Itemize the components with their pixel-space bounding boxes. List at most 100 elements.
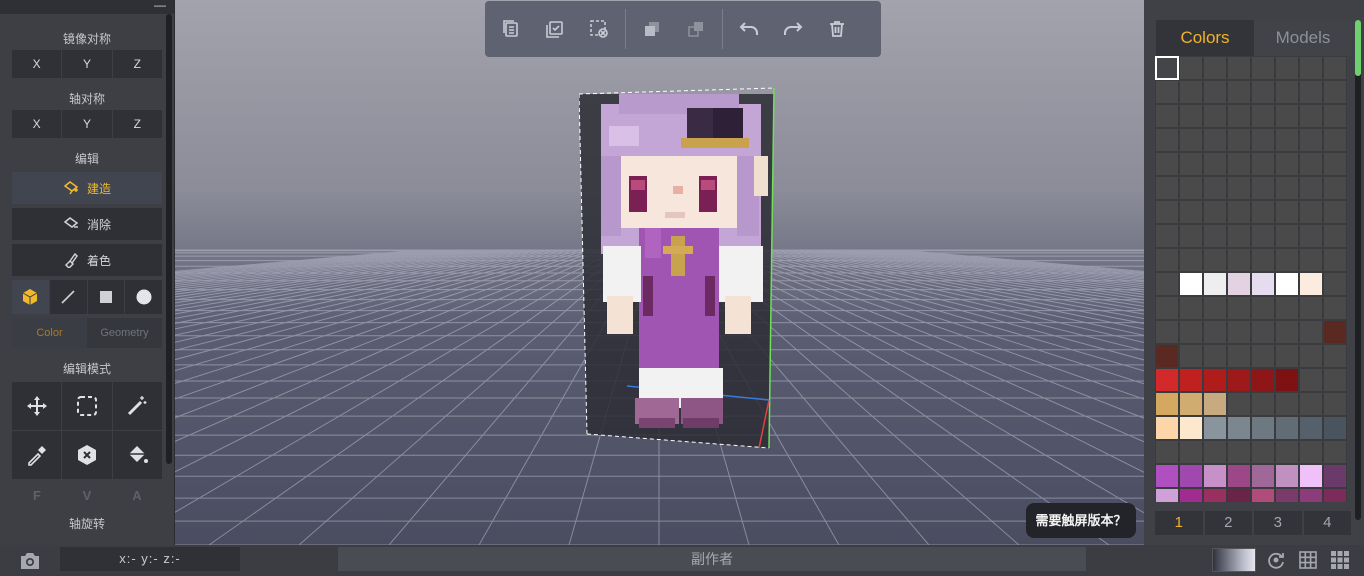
- color-swatch[interactable]: [1275, 440, 1299, 464]
- color-swatch[interactable]: [1203, 488, 1227, 502]
- color-swatch[interactable]: [1155, 320, 1179, 344]
- color-swatch[interactable]: [1203, 104, 1227, 128]
- color-swatch[interactable]: [1179, 224, 1203, 248]
- delete-hex-button[interactable]: [62, 431, 112, 479]
- color-swatch[interactable]: [1299, 392, 1323, 416]
- right-scrollbar[interactable]: [1355, 20, 1361, 520]
- color-swatch[interactable]: [1275, 248, 1299, 272]
- color-swatch[interactable]: [1323, 320, 1347, 344]
- color-swatch[interactable]: [1179, 392, 1203, 416]
- color-swatch[interactable]: [1179, 248, 1203, 272]
- color-swatch[interactable]: [1323, 224, 1347, 248]
- color-swatch[interactable]: [1299, 296, 1323, 320]
- color-swatch[interactable]: [1299, 488, 1323, 502]
- color-swatch[interactable]: [1155, 416, 1179, 440]
- color-swatch[interactable]: [1155, 272, 1179, 296]
- color-swatch[interactable]: [1227, 224, 1251, 248]
- color-swatch[interactable]: [1251, 128, 1275, 152]
- tab-models[interactable]: Models: [1254, 20, 1352, 56]
- color-swatch[interactable]: [1203, 248, 1227, 272]
- color-swatch[interactable]: [1323, 440, 1347, 464]
- color-swatch[interactable]: [1251, 248, 1275, 272]
- color-swatch[interactable]: [1227, 296, 1251, 320]
- select-box-button[interactable]: [62, 382, 112, 430]
- color-swatch[interactable]: [1227, 104, 1251, 128]
- color-swatch[interactable]: [1227, 488, 1251, 502]
- color-swatch[interactable]: [1227, 320, 1251, 344]
- color-swatch[interactable]: [1203, 416, 1227, 440]
- palette-page-2[interactable]: 2: [1204, 511, 1252, 535]
- color-swatch[interactable]: [1227, 56, 1251, 80]
- color-swatch[interactable]: [1275, 344, 1299, 368]
- color-swatch[interactable]: [1251, 392, 1275, 416]
- color-swatch[interactable]: [1323, 104, 1347, 128]
- color-swatch[interactable]: [1179, 176, 1203, 200]
- right-scrollbar-thumb[interactable]: [1355, 20, 1361, 76]
- color-swatch[interactable]: [1155, 128, 1179, 152]
- color-swatch[interactable]: [1251, 320, 1275, 344]
- color-swatch[interactable]: [1275, 128, 1299, 152]
- color-swatch[interactable]: [1227, 80, 1251, 104]
- all-toggle[interactable]: A: [112, 487, 162, 505]
- color-swatch[interactable]: [1227, 200, 1251, 224]
- shape-square-button[interactable]: [87, 280, 125, 314]
- color-swatch[interactable]: [1251, 296, 1275, 320]
- color-swatch[interactable]: [1155, 248, 1179, 272]
- color-swatch[interactable]: [1323, 296, 1347, 320]
- color-swatch[interactable]: [1275, 152, 1299, 176]
- mirror-y-button[interactable]: Y: [62, 50, 112, 78]
- color-swatch[interactable]: [1323, 248, 1347, 272]
- left-scrollbar[interactable]: [166, 14, 172, 464]
- color-swatch[interactable]: [1155, 224, 1179, 248]
- color-swatch[interactable]: [1275, 272, 1299, 296]
- touch-version-tooltip[interactable]: 需要触屏版本？: [1026, 503, 1136, 538]
- color-swatch[interactable]: [1203, 56, 1227, 80]
- color-swatch[interactable]: [1275, 56, 1299, 80]
- color-swatch[interactable]: [1323, 128, 1347, 152]
- deselect-button[interactable]: [577, 7, 621, 51]
- paint-button[interactable]: 着色: [12, 244, 162, 276]
- background-gradient-swatch[interactable]: [1212, 548, 1256, 572]
- face-toggle[interactable]: F: [12, 487, 62, 505]
- select-all-button[interactable]: [533, 7, 577, 51]
- palette-page-4[interactable]: 4: [1303, 511, 1351, 535]
- color-swatch[interactable]: [1299, 128, 1323, 152]
- color-swatch[interactable]: [1155, 392, 1179, 416]
- color-swatch[interactable]: [1275, 368, 1299, 392]
- color-swatch[interactable]: [1179, 296, 1203, 320]
- color-swatch[interactable]: [1203, 392, 1227, 416]
- color-swatch[interactable]: [1299, 464, 1323, 488]
- color-swatch[interactable]: [1179, 56, 1203, 80]
- color-swatch[interactable]: [1179, 320, 1203, 344]
- color-swatch[interactable]: [1155, 464, 1179, 488]
- color-swatch[interactable]: [1203, 176, 1227, 200]
- undo-button[interactable]: [727, 7, 771, 51]
- color-swatch[interactable]: [1299, 56, 1323, 80]
- color-swatch[interactable]: [1203, 320, 1227, 344]
- color-swatch[interactable]: [1179, 440, 1203, 464]
- color-swatch[interactable]: [1227, 344, 1251, 368]
- axis-x-button[interactable]: X: [12, 110, 62, 138]
- color-swatch[interactable]: [1155, 488, 1179, 502]
- color-swatch[interactable]: [1227, 176, 1251, 200]
- move-button[interactable]: [12, 382, 62, 430]
- grid-toggle-button[interactable]: [1298, 550, 1318, 570]
- color-swatch[interactable]: [1227, 248, 1251, 272]
- palette-page-3[interactable]: 3: [1254, 511, 1302, 535]
- ungroup-button[interactable]: [674, 7, 718, 51]
- axis-y-button[interactable]: Y: [62, 110, 112, 138]
- color-swatch[interactable]: [1179, 416, 1203, 440]
- color-swatch[interactable]: [1299, 368, 1323, 392]
- color-swatch[interactable]: [1299, 152, 1323, 176]
- paint-bucket-button[interactable]: [112, 431, 162, 479]
- redo-button[interactable]: [771, 7, 815, 51]
- color-swatch[interactable]: [1251, 440, 1275, 464]
- color-swatch[interactable]: [1323, 464, 1347, 488]
- screenshot-button[interactable]: [18, 551, 42, 571]
- color-swatch[interactable]: [1275, 488, 1299, 502]
- palette-page-1[interactable]: 1: [1155, 511, 1203, 535]
- color-swatch[interactable]: [1155, 152, 1179, 176]
- color-swatch[interactable]: [1179, 128, 1203, 152]
- color-swatch[interactable]: [1275, 224, 1299, 248]
- color-swatch[interactable]: [1155, 200, 1179, 224]
